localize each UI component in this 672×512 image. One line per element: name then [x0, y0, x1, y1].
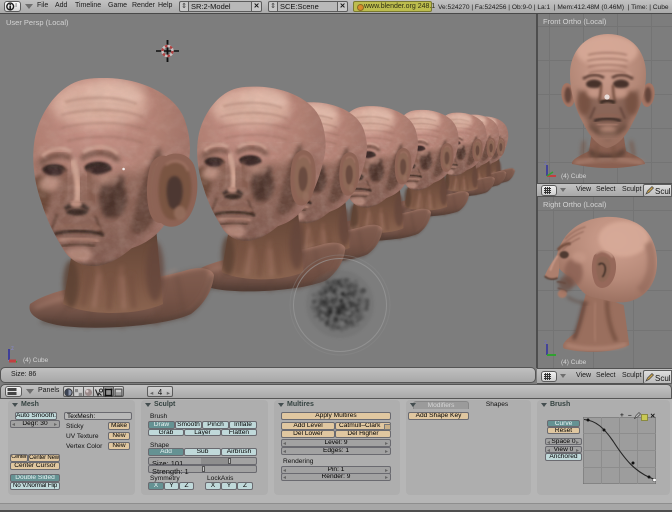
svg-text:z: z — [544, 340, 547, 346]
svg-text:z: z — [544, 161, 547, 167]
svg-text:z: z — [11, 346, 14, 352]
